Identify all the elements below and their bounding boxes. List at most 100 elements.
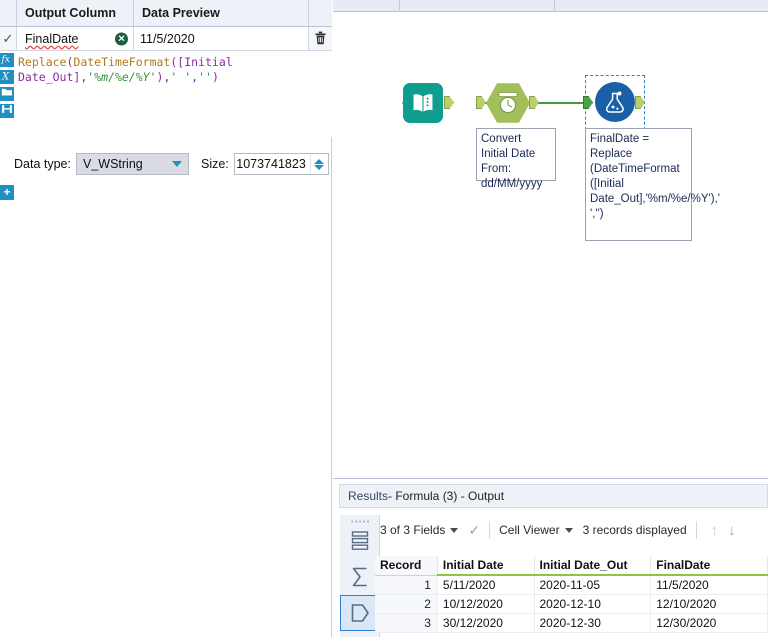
spinner-up-icon[interactable] bbox=[314, 158, 325, 164]
datetime-output-port[interactable] bbox=[529, 96, 539, 109]
row-enabled-checkmark-icon[interactable]: ✓ bbox=[0, 27, 17, 50]
column-header-initial-date-out[interactable]: Initial Date_Out bbox=[534, 556, 652, 576]
ribbon-segment-2 bbox=[400, 0, 555, 12]
fields-label: 3 of 3 Fields bbox=[380, 523, 446, 537]
results-table: Record Initial Date Initial Date_Out Fin… bbox=[375, 556, 768, 633]
table-row[interactable]: 2 10/12/2020 2020-12-10 12/10/2020 bbox=[375, 594, 768, 614]
table-row[interactable]: 1 5/11/2020 2020-11-05 11/5/2020 bbox=[375, 575, 768, 595]
fx-icon[interactable]: fx bbox=[0, 53, 14, 68]
size-stepper[interactable]: 1073741823 bbox=[233, 153, 329, 175]
results-table-body: 1 5/11/2020 2020-11-05 11/5/2020 2 10/12/2020… bbox=[375, 575, 768, 633]
pentagon-shape-icon[interactable] bbox=[340, 595, 380, 631]
data-type-row: Data type: V_WString Size: 1073741823 bbox=[14, 150, 332, 178]
formula-token-str: ' ' bbox=[170, 70, 192, 84]
column-header-initial-date[interactable]: Initial Date bbox=[437, 556, 535, 576]
scroll-up-icon[interactable]: ↑ bbox=[711, 522, 719, 539]
table-cell[interactable]: 12/10/2020 bbox=[650, 594, 768, 614]
table-row[interactable]: 3 30/12/2020 2020-12-30 12/30/2020 bbox=[375, 613, 768, 633]
datetime-node-body[interactable] bbox=[486, 83, 530, 123]
table-cell[interactable]: 1 bbox=[375, 575, 438, 595]
table-cell[interactable]: 3 bbox=[375, 613, 438, 633]
table-rows-icon[interactable] bbox=[340, 523, 380, 559]
datetime-node[interactable] bbox=[476, 82, 539, 124]
formula-annotation: FinalDate = Replace (DateTimeFormat ([In… bbox=[585, 128, 720, 241]
size-value[interactable]: 1073741823 bbox=[235, 157, 310, 171]
x-function-icon[interactable]: X bbox=[0, 70, 14, 85]
datetime-annotation: Convert Initial Date From: dd/MM/yyyy bbox=[476, 128, 556, 190]
book-icon bbox=[412, 93, 434, 114]
table-cell[interactable]: 2 bbox=[375, 594, 438, 614]
data-type-label: Data type: bbox=[14, 157, 71, 171]
formula-token-fn: Replace bbox=[18, 55, 67, 69]
drag-handle-dots-icon[interactable]: ••••• bbox=[351, 519, 371, 526]
table-cell[interactable]: 11/5/2020 bbox=[650, 575, 768, 595]
cell-viewer-selector[interactable]: Cell Viewer bbox=[499, 523, 573, 537]
input-data-output-port[interactable] bbox=[444, 96, 454, 109]
chevron-down-icon[interactable] bbox=[450, 527, 459, 533]
svg-text:X: X bbox=[1, 72, 10, 82]
formula-input-port[interactable] bbox=[583, 96, 593, 109]
fields-selector[interactable]: 3 of 3 Fields bbox=[380, 523, 459, 537]
trash-icon[interactable] bbox=[314, 31, 327, 47]
table-cell[interactable]: 12/30/2020 bbox=[650, 613, 768, 633]
save-disk-icon[interactable] bbox=[0, 104, 14, 119]
input-data-node[interactable] bbox=[403, 83, 454, 123]
toolbar-divider bbox=[489, 521, 491, 539]
datetime-annotation-text: Convert Initial Date From: dd/MM/yyyy bbox=[481, 133, 543, 190]
ribbon-segment-1 bbox=[333, 0, 400, 12]
workflow-canvas[interactable]: Convert Initial Date From: dd/MM/yyyy Fi… bbox=[333, 0, 768, 478]
results-table-header-row: Record Initial Date Initial Date_Out Fin… bbox=[375, 556, 768, 576]
grid-header-data-preview: Data Preview bbox=[134, 0, 309, 26]
scroll-down-icon[interactable]: ↓ bbox=[728, 522, 736, 539]
sigma-icon[interactable] bbox=[340, 559, 380, 595]
data-preview-value: 11/5/2020 bbox=[134, 27, 309, 50]
output-field-name[interactable]: FinalDate bbox=[25, 32, 79, 46]
table-cell[interactable]: 5/11/2020 bbox=[437, 575, 535, 595]
size-spinner-arrows[interactable] bbox=[309, 154, 328, 174]
formula-token-str: '' bbox=[198, 70, 212, 84]
grid-header-actions bbox=[309, 0, 332, 26]
results-title-rest: - Formula (3) - Output bbox=[388, 489, 505, 503]
formula-node-body[interactable] bbox=[595, 82, 635, 122]
column-header-finaldate[interactable]: FinalDate bbox=[650, 556, 768, 576]
output-field-name-cell[interactable]: FinalDate ✕ bbox=[17, 27, 134, 50]
output-column-row[interactable]: ✓ FinalDate ✕ 11/5/2020 bbox=[0, 27, 332, 51]
input-data-node-body[interactable] bbox=[403, 83, 443, 123]
clock-hexagon-icon bbox=[498, 92, 518, 114]
column-header-record[interactable]: Record bbox=[375, 556, 438, 576]
grid-header-output-column: Output Column bbox=[17, 0, 134, 26]
formula-node[interactable] bbox=[583, 82, 645, 122]
flask-icon bbox=[605, 91, 624, 113]
results-title-prefix: Results bbox=[348, 489, 389, 503]
open-folder-icon[interactable] bbox=[0, 87, 14, 102]
clear-field-icon[interactable]: ✕ bbox=[115, 32, 128, 45]
size-label: Size: bbox=[200, 157, 229, 171]
data-type-select[interactable]: V_WString bbox=[75, 153, 189, 175]
formula-token-str: '%m/%e/%Y' bbox=[87, 70, 157, 84]
cell-viewer-label: Cell Viewer bbox=[499, 523, 560, 537]
table-cell[interactable]: 2020-12-10 bbox=[534, 594, 652, 614]
formula-tool-strip: fx X bbox=[0, 51, 14, 637]
spinner-down-icon[interactable] bbox=[314, 164, 325, 170]
formula-token-paren: ) bbox=[211, 70, 219, 84]
add-output-column-button[interactable]: + bbox=[0, 185, 14, 200]
chevron-down-icon[interactable] bbox=[171, 161, 182, 167]
results-title-bar: Results - Formula (3) - Output bbox=[339, 484, 768, 508]
formula-expression-editor[interactable]: Replace(DateTimeFormat([Initial Date_Out… bbox=[14, 51, 332, 137]
table-cell[interactable]: 2020-12-30 bbox=[534, 613, 652, 633]
delete-row-button[interactable] bbox=[309, 27, 332, 50]
results-toolbar: 3 of 3 Fields ✓ Cell Viewer 3 records di… bbox=[380, 515, 768, 545]
chevron-down-icon[interactable] bbox=[564, 527, 573, 533]
data-type-value: V_WString bbox=[82, 157, 143, 171]
table-cell[interactable]: 10/12/2020 bbox=[437, 594, 535, 614]
records-displayed-label: 3 records displayed bbox=[582, 523, 687, 537]
table-cell[interactable]: 2020-11-05 bbox=[534, 575, 652, 595]
datetime-input-port[interactable] bbox=[476, 96, 486, 109]
ribbon-segment-3 bbox=[555, 0, 768, 12]
apply-check-icon[interactable]: ✓ bbox=[468, 522, 480, 539]
formula-config-panel: Output Column Data Preview ✓ FinalDate ✕… bbox=[0, 0, 332, 637]
toolbar-divider-2 bbox=[695, 521, 697, 539]
results-data-table[interactable]: Record Initial Date Initial Date_Out Fin… bbox=[375, 556, 768, 637]
table-cell[interactable]: 30/12/2020 bbox=[437, 613, 535, 633]
grid-header-check bbox=[0, 0, 17, 26]
